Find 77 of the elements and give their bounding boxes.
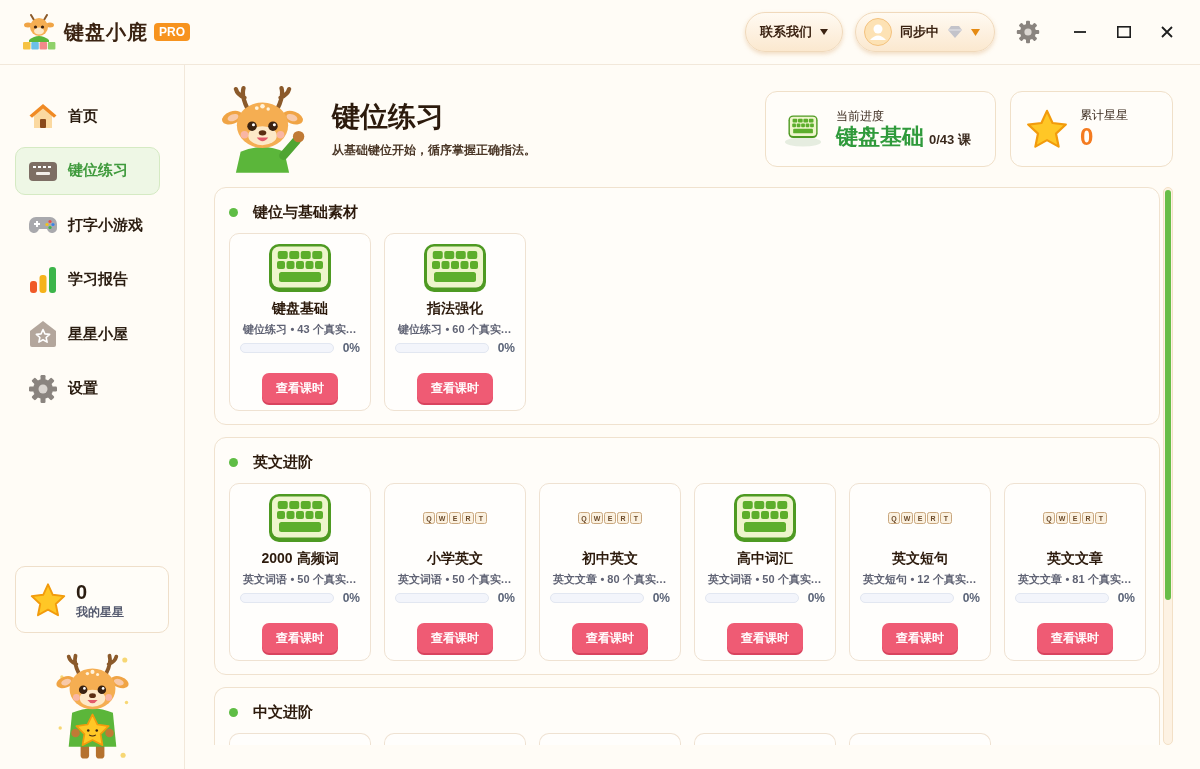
bar-chart-icon — [28, 264, 58, 295]
scrollbar-thumb[interactable] — [1165, 190, 1171, 600]
diamond-icon — [947, 25, 963, 39]
view-lessons-button[interactable]: 查看课时 — [882, 623, 958, 653]
caret-icon — [820, 29, 828, 35]
keyboard-icon — [733, 493, 797, 543]
course-description: 键位练习 • 43 个真实… — [243, 322, 357, 336]
contact-button[interactable]: 联系我们 — [745, 12, 843, 52]
app-title: 键盘小鹿 — [64, 20, 148, 45]
stars-label: 我的星星 — [76, 603, 124, 620]
course-title: 高中词汇 — [737, 549, 793, 567]
course-description: 英文文章 • 80 个真实… — [553, 572, 667, 586]
sidebar-item[interactable]: 键位练习 — [15, 146, 160, 195]
settings-icon[interactable] — [1016, 20, 1040, 44]
progress-percent: 0% — [962, 590, 980, 607]
section-title: 键位与基础素材 — [253, 201, 358, 222]
section-title: 中文进阶 — [253, 701, 313, 722]
course-description: 英文词语 • 50 个真实… — [708, 572, 822, 586]
sync-status-button[interactable]: 同步中 — [855, 12, 995, 52]
caret-icon — [971, 28, 980, 36]
bullet-icon — [229, 707, 238, 717]
view-lessons-button[interactable]: 查看课时 — [262, 373, 338, 403]
keyboard-icon — [268, 493, 332, 543]
course-title: 2000 高频词 — [261, 549, 339, 567]
bullet-icon — [229, 207, 238, 217]
maximize-icon[interactable] — [1117, 26, 1131, 38]
sidebar-item[interactable]: 首页 — [15, 92, 160, 140]
current-course: 键盘基础 — [836, 123, 924, 150]
sidebar-item[interactable]: 打字小游戏 — [15, 201, 160, 249]
course-title: 键盘基础 — [272, 299, 328, 317]
course-description: 英文词语 • 50 个真实… — [398, 572, 512, 586]
progress-percent: 0% — [1117, 590, 1135, 607]
gear-icon — [28, 373, 58, 404]
progress-percent: 0% — [497, 590, 515, 607]
course-description: 键位练习 • 60 个真实… — [398, 322, 512, 336]
view-lessons-button[interactable]: 查看课时 — [572, 623, 648, 653]
star-house-icon — [28, 319, 58, 349]
course-title: 英文文章 — [1047, 549, 1103, 567]
progress-percent: 0% — [652, 590, 670, 607]
view-lessons-button[interactable]: 查看课时 — [1037, 623, 1113, 653]
view-lessons-button[interactable]: 查看课时 — [417, 373, 493, 403]
course-description: 英文短句 • 12 个真实… — [863, 572, 977, 586]
avatar-icon — [864, 18, 892, 46]
sidebar-item[interactable]: 设置 — [15, 364, 160, 413]
progress-percent: 0% — [342, 590, 360, 607]
view-lessons-button[interactable]: 查看课时 — [262, 623, 338, 653]
page-subtitle: 从基础键位开始，循序掌握正确指法。 — [332, 142, 536, 158]
close-icon[interactable] — [1161, 26, 1173, 38]
sidebar-item[interactable]: 星星小屋 — [15, 310, 160, 358]
view-lessons-button[interactable]: 查看课时 — [417, 623, 493, 653]
deer-logo-icon — [22, 14, 56, 50]
course-description: 英文词语 • 50 个真实… — [243, 572, 357, 586]
progress-percent: 0% — [342, 340, 360, 357]
star-icon — [29, 580, 67, 619]
sidebar-item[interactable]: 学习报告 — [15, 255, 160, 304]
section-title: 英文进阶 — [253, 451, 313, 472]
course-title: 指法强化 — [427, 299, 483, 317]
pro-badge: PRO — [154, 23, 190, 41]
course-description: 英文文章 • 81 个真实… — [1018, 572, 1132, 586]
house-icon — [28, 101, 58, 131]
star-icon — [1025, 107, 1069, 151]
progress-percent: 0% — [807, 590, 825, 607]
lesson-count: 0/43 课 — [929, 130, 971, 149]
progress-percent: 0% — [497, 340, 515, 357]
course-title: 小学英文 — [427, 549, 483, 567]
stars-count: 0 — [76, 579, 89, 604]
stars-count: 0 — [1080, 122, 1095, 151]
stars-label: 累计星星 — [1080, 107, 1128, 123]
bullet-icon — [229, 457, 238, 467]
course-title: 英文短句 — [892, 549, 948, 567]
course-title: 初中英文 — [582, 549, 638, 567]
keyboard-icon — [268, 243, 332, 293]
keyboard-icon — [423, 243, 487, 293]
progress-label: 当前进度 — [836, 108, 885, 124]
view-lessons-button[interactable]: 查看课时 — [727, 623, 803, 653]
scrollbar-track[interactable] — [1163, 187, 1173, 745]
page-title: 键位练习 — [332, 100, 445, 134]
